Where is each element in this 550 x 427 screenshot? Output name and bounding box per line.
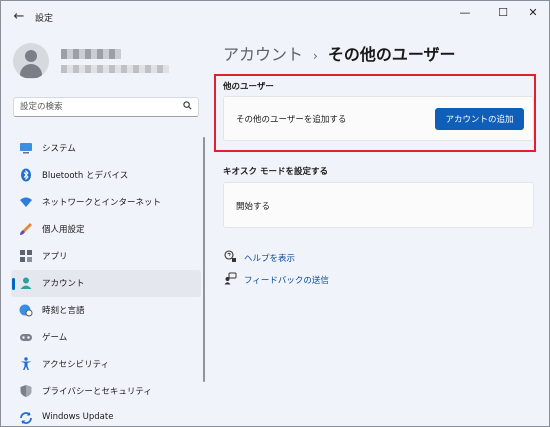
help-link[interactable]: ヘルプを表示 bbox=[244, 252, 295, 264]
sidebar-item-network[interactable]: ネットワークとインターネット bbox=[11, 189, 201, 216]
sidebar-item-label: ネットワークとインターネット bbox=[42, 198, 162, 208]
window-title: 設定 bbox=[35, 14, 54, 24]
sidebar-item-system[interactable]: システム bbox=[11, 135, 201, 162]
monitor-icon bbox=[20, 143, 32, 154]
avatar[interactable] bbox=[13, 43, 49, 79]
settings-window: ← 設定 — ☐ ✕ システム Bluetooth とデバイス ネットワークとイ… bbox=[0, 0, 550, 427]
sidebar-scrollbar[interactable] bbox=[203, 137, 205, 382]
help-icon bbox=[224, 250, 236, 262]
globe-clock-icon bbox=[19, 304, 33, 317]
add-other-user-label: その他のユーザーを追加する bbox=[236, 115, 347, 125]
gamepad-icon bbox=[20, 334, 32, 341]
other-users-section-title: 他のユーザー bbox=[223, 82, 274, 92]
feedback-link[interactable]: フィードバックの送信 bbox=[244, 274, 329, 286]
sidebar-item-label: Windows Update bbox=[42, 412, 114, 422]
sidebar-item-bluetooth[interactable]: Bluetooth とデバイス bbox=[11, 162, 201, 189]
sidebar-item-label: システム bbox=[42, 144, 76, 154]
account-icon bbox=[20, 277, 32, 289]
wifi-icon bbox=[20, 197, 32, 207]
sidebar-item-label: アプリ bbox=[42, 252, 68, 262]
add-account-button[interactable]: アカウントの追加 bbox=[435, 108, 524, 130]
search-box[interactable] bbox=[13, 97, 199, 117]
breadcrumb-separator: › bbox=[313, 49, 318, 63]
sidebar-item-accessibility[interactable]: アクセシビリティ bbox=[11, 351, 201, 378]
sidebar-item-windows-update[interactable]: Windows Update bbox=[11, 405, 201, 426]
sidebar-nav: システム Bluetooth とデバイス ネットワークとインターネット 個人用設… bbox=[11, 135, 201, 426]
sidebar-item-label: アカウント bbox=[42, 279, 85, 289]
brush-icon bbox=[20, 223, 32, 235]
sidebar-item-label: アクセシビリティ bbox=[42, 360, 110, 370]
kiosk-start-label: 開始する bbox=[236, 202, 271, 212]
breadcrumb: アカウント › その他のユーザー bbox=[223, 41, 456, 65]
sidebar-item-label: プライバシーとセキュリティ bbox=[42, 387, 152, 397]
blurred-user-email bbox=[61, 65, 169, 73]
update-icon bbox=[20, 412, 32, 424]
sidebar-item-apps[interactable]: アプリ bbox=[11, 243, 201, 270]
maximize-icon[interactable]: ☐ bbox=[489, 5, 517, 21]
blurred-user-name bbox=[61, 49, 121, 59]
close-icon[interactable]: ✕ bbox=[519, 5, 547, 21]
active-indicator bbox=[12, 278, 15, 290]
sidebar-item-time-language[interactable]: 時刻と言語 bbox=[11, 297, 201, 324]
sidebar-item-privacy[interactable]: プライバシーとセキュリティ bbox=[11, 378, 201, 405]
feedback-icon bbox=[224, 272, 237, 285]
title-bar: ← 設定 — ☐ ✕ bbox=[1, 1, 549, 33]
sidebar-item-label: ゲーム bbox=[42, 333, 68, 343]
apps-icon bbox=[20, 250, 32, 262]
sidebar-item-label: Bluetooth とデバイス bbox=[42, 171, 129, 181]
back-arrow-icon[interactable]: ← bbox=[11, 9, 27, 25]
kiosk-section-title: キオスク モードを設定する bbox=[223, 167, 328, 177]
minimize-icon[interactable]: — bbox=[451, 5, 479, 21]
avatar-head bbox=[25, 50, 37, 62]
accessibility-icon bbox=[20, 357, 32, 370]
sidebar-item-gaming[interactable]: ゲーム bbox=[11, 324, 201, 351]
page-title: その他のユーザー bbox=[327, 45, 456, 64]
kiosk-card[interactable]: 開始する bbox=[223, 182, 534, 228]
sidebar-item-accounts[interactable]: アカウント bbox=[11, 270, 201, 297]
sidebar-item-label: 時刻と言語 bbox=[42, 306, 85, 316]
breadcrumb-parent[interactable]: アカウント bbox=[223, 45, 303, 64]
avatar-body bbox=[20, 64, 42, 78]
sidebar-item-label: 個人用設定 bbox=[42, 225, 85, 235]
sidebar-item-personalization[interactable]: 個人用設定 bbox=[11, 216, 201, 243]
bluetooth-icon bbox=[21, 168, 31, 182]
shield-icon bbox=[20, 385, 32, 397]
search-icon[interactable] bbox=[183, 101, 192, 110]
search-input[interactable] bbox=[20, 100, 180, 114]
add-other-user-card: その他のユーザーを追加する アカウントの追加 bbox=[223, 96, 534, 141]
